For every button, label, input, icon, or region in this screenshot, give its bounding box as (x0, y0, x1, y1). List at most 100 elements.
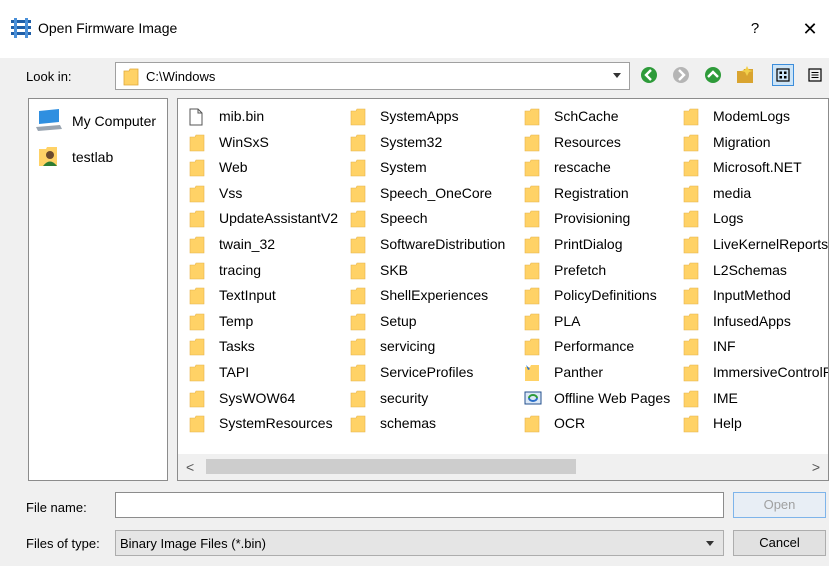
file-name: WinSxS (219, 133, 269, 150)
file-name: TextInput (219, 287, 276, 304)
folder-icon (350, 313, 366, 334)
folder-icon (524, 134, 540, 155)
file-name: InputMethod (713, 287, 791, 304)
file-name: Panther (554, 363, 604, 380)
sidebar-item-testlab[interactable]: testlab (29, 143, 167, 171)
folder-icon (350, 236, 366, 257)
scroll-right-icon[interactable]: > (812, 459, 820, 475)
folder-icon (683, 185, 699, 206)
scrollbar-thumb[interactable] (206, 459, 576, 474)
folder-icon (189, 262, 205, 283)
file-name: OCR (554, 415, 586, 432)
chevron-down-icon[interactable] (613, 73, 621, 78)
file-name: SKB (380, 261, 409, 278)
file-name: SchCache (554, 108, 619, 124)
folder-icon (524, 210, 540, 231)
places-sidebar: My Computer testlab (28, 98, 168, 481)
file-name: Offline Web Pages (554, 389, 671, 406)
file-name: INF (713, 338, 736, 355)
file-name: Speech (380, 210, 428, 227)
up-icon[interactable] (702, 64, 724, 86)
file-name: SystemResources (219, 415, 333, 432)
file-name: Tasks (219, 338, 255, 355)
folder-icon (683, 134, 699, 155)
folder-icon (189, 236, 205, 257)
file-type-label: Files of type: (26, 536, 100, 551)
folder-icon (524, 287, 540, 308)
file-name: Resources (554, 133, 621, 150)
new-folder-icon[interactable] (734, 64, 756, 86)
file-name: Performance (554, 338, 635, 355)
scroll-left-icon[interactable]: < (186, 459, 194, 475)
cancel-button[interactable]: Cancel (733, 530, 826, 556)
computer-icon (35, 108, 63, 135)
chevron-down-icon[interactable] (706, 541, 714, 546)
folder-icon (189, 338, 205, 359)
file-name: ShellExperiences (380, 287, 489, 304)
folder-icon (189, 159, 205, 180)
folder-icon (524, 415, 540, 436)
file-name: Temp (219, 312, 254, 329)
list-view-icon[interactable] (772, 64, 794, 86)
close-button[interactable]: ✕ (790, 12, 829, 46)
folder-icon (189, 210, 205, 231)
folder-icon (189, 390, 205, 411)
window-title: Open Firmware Image (38, 20, 178, 36)
forward-icon[interactable] (670, 64, 692, 86)
file-name: ImmersiveControlPanel (713, 363, 828, 380)
file-name-label: File name: (26, 500, 87, 515)
folder-icon (350, 159, 366, 180)
lookin-dropdown[interactable]: C:\Windows (115, 62, 630, 90)
file-name: UpdateAssistantV2 (219, 210, 339, 227)
folder-icon (189, 364, 205, 385)
file-name: SoftwareDistribution (380, 235, 506, 252)
file-name: twain_32 (219, 235, 276, 252)
file-name: media (713, 184, 752, 201)
title-bar: Open Firmware Image ? ✕ (0, 0, 829, 58)
file-name: Web (219, 159, 248, 176)
file-list: mib.bin WinSxS Web Vss UpdateAssistantV2 twai… (177, 98, 829, 481)
file-type-value: Binary Image Files (*.bin) (120, 536, 266, 551)
folder-icon (524, 236, 540, 257)
folder-icon (350, 364, 366, 385)
lookin-value: C:\Windows (146, 69, 216, 84)
file-name: L2Schemas (713, 261, 787, 278)
file-name: Logs (713, 210, 744, 227)
horizontal-scrollbar[interactable]: < > (178, 454, 828, 480)
file-name: Setup (380, 312, 417, 329)
folder-icon (123, 68, 139, 89)
file-name: Microsoft.NET (713, 159, 802, 176)
file-name: Migration (713, 133, 771, 150)
folder-icon (683, 236, 699, 257)
folder-icon (524, 313, 540, 334)
folder-icon (683, 108, 699, 129)
file-name: SysWOW64 (219, 389, 296, 406)
file-name: schemas (380, 415, 437, 432)
back-icon[interactable] (638, 64, 660, 86)
folder-icon (683, 415, 699, 436)
sidebar-item-my-computer[interactable]: My Computer (29, 107, 167, 135)
file-name: security (380, 389, 429, 406)
user-folder-icon (37, 144, 61, 171)
folder-icon (350, 185, 366, 206)
file-name: rescache (554, 159, 611, 176)
detail-view-icon[interactable] (804, 64, 826, 86)
offline-folder-icon (524, 390, 542, 409)
folder-icon (350, 262, 366, 283)
folder-icon (350, 390, 366, 411)
folder-icon (189, 185, 205, 206)
open-button[interactable]: Open (733, 492, 826, 518)
folder-icon (350, 287, 366, 308)
folder-icon (189, 313, 205, 334)
file-name: PrintDialog (554, 235, 623, 252)
folder-icon (189, 287, 205, 308)
folder-icon (683, 390, 699, 411)
file-name-input[interactable] (115, 492, 724, 518)
file-name: System (380, 159, 427, 176)
file-name: LiveKernelReports (713, 235, 829, 252)
help-button[interactable]: ? (735, 12, 775, 46)
folder-icon (683, 287, 699, 308)
file-name: Registration (554, 184, 629, 201)
file-type-dropdown[interactable]: Binary Image Files (*.bin) (115, 530, 724, 556)
file-name: Help (713, 415, 742, 432)
